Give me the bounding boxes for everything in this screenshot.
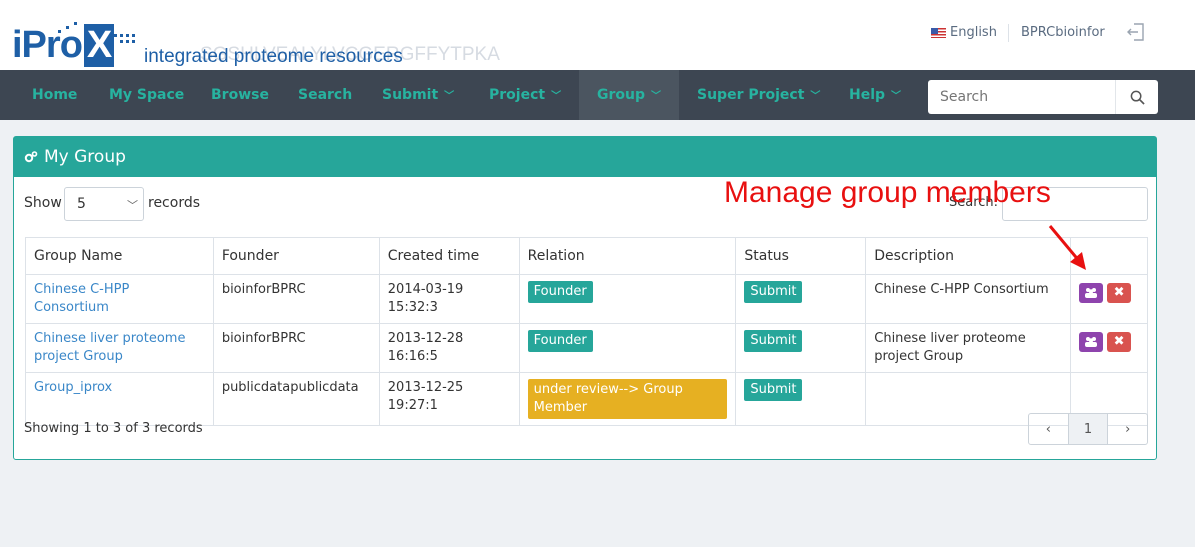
status-badge: Submit xyxy=(744,330,803,352)
nav-home[interactable]: Home xyxy=(18,70,91,120)
us-flag-icon xyxy=(931,27,946,38)
col-founder[interactable]: Founder xyxy=(212,237,380,275)
group-table: Group Name Founder Created time Relation… xyxy=(25,237,1148,426)
founder-cell: publicdatapublicdata xyxy=(212,372,380,426)
description-cell: Chinese C-HPP Consortium xyxy=(865,274,1072,324)
red-arrow-icon xyxy=(1048,225,1086,270)
col-created-time[interactable]: Created time xyxy=(378,237,520,275)
col-relation[interactable]: Relation xyxy=(518,237,737,275)
iprox-logo[interactable]: iPro X xyxy=(12,24,115,67)
chevron-down-icon: ﹀ xyxy=(891,91,902,102)
table-row: Group_iprox publicdatapublicdata 2013-12… xyxy=(25,372,1148,426)
chevron-down-icon: ﹀ xyxy=(127,199,138,212)
page-1-button[interactable]: 1 xyxy=(1067,414,1108,444)
logout-icon[interactable] xyxy=(1126,22,1146,42)
close-icon: ✖ xyxy=(1113,334,1125,349)
col-group-name[interactable]: Group Name xyxy=(25,237,214,275)
logo-x: X xyxy=(83,24,115,67)
group-name-link[interactable]: Chinese liver proteome project Group xyxy=(34,331,185,364)
nav-search[interactable]: Search xyxy=(284,70,366,120)
delete-group-button[interactable]: ✖ xyxy=(1107,283,1132,303)
table-row: Chinese C-HPP Consortium bioinforBPRC 20… xyxy=(25,274,1148,324)
created-cell: 2013-12-28 16:16:5 xyxy=(378,323,520,373)
nav-group[interactable]: Group ﹀ xyxy=(579,70,679,120)
relation-badge: Founder xyxy=(527,281,593,303)
next-page-button[interactable]: › xyxy=(1107,414,1147,444)
group-name-link[interactable]: Group_iprox xyxy=(34,380,112,395)
header-divider xyxy=(1008,24,1009,42)
users-icon xyxy=(1085,288,1098,298)
cogs-icon xyxy=(24,151,38,163)
description-cell: Chinese liver proteome project Group xyxy=(865,323,1072,373)
page-size-select[interactable]: 5 ﹀ xyxy=(64,187,144,221)
pagination: ‹ 1 › xyxy=(1028,413,1148,445)
nav-search-input[interactable] xyxy=(928,80,1114,114)
created-cell: 2013-12-25 19:27:1 xyxy=(378,372,520,426)
language-label: English xyxy=(950,25,997,40)
nav-super-project[interactable]: Super Project ﹀ xyxy=(683,70,834,120)
manage-members-button[interactable] xyxy=(1079,283,1104,303)
show-label: Show xyxy=(24,195,62,211)
main-navbar: Home My Space Browse Search Submit ﹀ Proj… xyxy=(0,70,1195,120)
close-icon: ✖ xyxy=(1113,285,1125,300)
chevron-down-icon: ﹀ xyxy=(810,91,821,102)
search-button[interactable] xyxy=(1115,80,1159,114)
top-header: SGSHLVEALYLVCGERGFFYTPKA iPro X integrate… xyxy=(0,0,1195,70)
logo-tagline: integrated proteome resources xyxy=(144,46,403,67)
founder-cell: bioinforBPRC xyxy=(212,274,380,324)
panel-header: My Group xyxy=(14,137,1156,177)
users-icon xyxy=(1085,337,1098,347)
col-status[interactable]: Status xyxy=(735,237,867,275)
annotation-text: Manage group members xyxy=(724,176,1051,209)
search-icon xyxy=(1130,90,1145,105)
relation-badge: under review--> Group Member xyxy=(527,379,728,419)
chevron-down-icon: ﹀ xyxy=(551,91,562,102)
chevron-down-icon: ﹀ xyxy=(651,91,662,102)
nav-project[interactable]: Project ﹀ xyxy=(475,70,575,120)
username-link[interactable]: BPRCbioinfor xyxy=(1021,25,1105,40)
table-header-row: Group Name Founder Created time Relation… xyxy=(25,237,1148,275)
prev-page-button[interactable]: ‹ xyxy=(1029,414,1068,444)
actions-cell: ✖ xyxy=(1070,274,1148,324)
nav-help[interactable]: Help ﹀ xyxy=(835,70,915,120)
nav-submit[interactable]: Submit ﹀ xyxy=(368,70,468,120)
created-cell: 2014-03-19 15:32:3 xyxy=(378,274,520,324)
nav-browse[interactable]: Browse xyxy=(197,70,283,120)
nav-search-box xyxy=(928,80,1158,114)
table-info: Showing 1 to 3 of 3 records xyxy=(24,421,203,436)
chevron-down-icon: ﹀ xyxy=(444,91,455,102)
nav-my-space[interactable]: My Space xyxy=(95,70,198,120)
logo-text: iPro xyxy=(12,24,83,66)
group-name-link[interactable]: Chinese C-HPP Consortium xyxy=(34,282,129,315)
table-row: Chinese liver proteome project Group bio… xyxy=(25,323,1148,373)
founder-cell: bioinforBPRC xyxy=(212,323,380,373)
records-label: records xyxy=(148,195,201,211)
delete-group-button[interactable]: ✖ xyxy=(1107,332,1132,352)
manage-members-button[interactable] xyxy=(1079,332,1104,352)
panel-title: My Group xyxy=(44,147,126,167)
page-size-value: 5 xyxy=(77,196,86,212)
actions-cell: ✖ xyxy=(1070,323,1148,373)
status-badge: Submit xyxy=(744,379,803,401)
status-badge: Submit xyxy=(744,281,803,303)
relation-badge: Founder xyxy=(527,330,593,352)
language-switcher[interactable]: English xyxy=(931,25,997,40)
